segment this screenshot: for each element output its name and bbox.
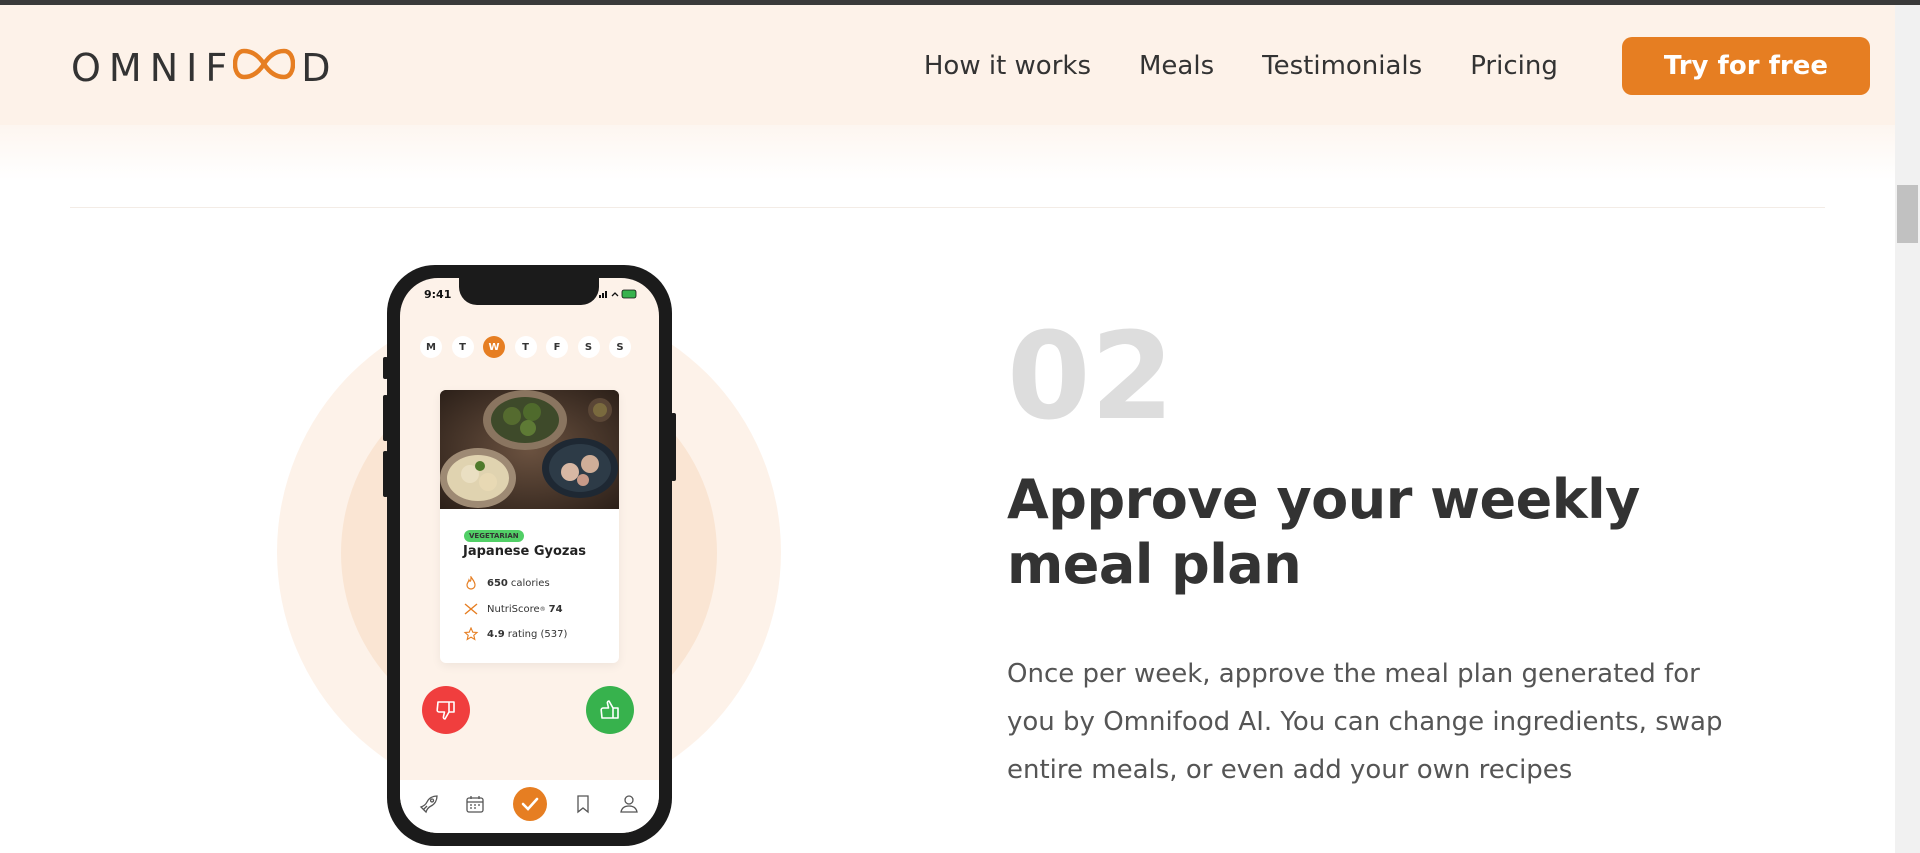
utensils-icon bbox=[464, 603, 478, 615]
step-description: Once per week, approve the meal plan gen… bbox=[1007, 659, 1723, 786]
check-tab-button[interactable] bbox=[513, 787, 547, 821]
day-mon[interactable]: M bbox=[420, 336, 442, 358]
rocket-icon[interactable] bbox=[418, 793, 440, 815]
nav-testimonials[interactable]: Testimonials bbox=[1262, 51, 1422, 81]
user-icon[interactable] bbox=[618, 793, 640, 815]
phone-tab-bar bbox=[400, 780, 659, 833]
infinity-logo-icon bbox=[232, 46, 296, 90]
day-sat[interactable]: S bbox=[577, 336, 600, 358]
rating-label: rating (537) bbox=[507, 628, 568, 640]
page-scrollbar[interactable] bbox=[1895, 5, 1920, 853]
phone-power-button bbox=[671, 413, 676, 481]
thumbs-down-icon bbox=[436, 701, 455, 720]
omnifood-logo[interactable]: OMNIF D bbox=[71, 42, 338, 94]
meal-rating: 4.9 rating (537) bbox=[463, 627, 567, 641]
star-icon bbox=[463, 627, 479, 641]
day-wed[interactable]: W bbox=[483, 336, 505, 358]
calories-value: 650 bbox=[487, 577, 508, 589]
main-nav: How it works Meals Testimonials Pricing … bbox=[924, 35, 1870, 97]
logo-text-right: D bbox=[301, 46, 339, 90]
phone-mute-switch bbox=[383, 357, 388, 379]
phone-mockup: 9:41 M T W T F S S VEGETARIAN Japanese G… bbox=[383, 265, 676, 846]
header-shadow bbox=[0, 125, 1895, 180]
calendar-icon[interactable] bbox=[464, 793, 486, 815]
nutriscore-value: 74 bbox=[548, 603, 563, 615]
meal-title: Japanese Gyozas bbox=[463, 544, 586, 559]
rating-value: 4.9 bbox=[487, 628, 505, 640]
logo-text-left: OMNIF bbox=[71, 46, 236, 90]
nutriscore-label: NutriScore bbox=[487, 603, 540, 615]
bookmark-icon[interactable] bbox=[572, 793, 594, 815]
step-number: 02 bbox=[1007, 308, 1174, 447]
section-divider bbox=[70, 207, 1825, 208]
nutriscore-registered: ® bbox=[539, 605, 546, 613]
meal-card[interactable]: VEGETARIAN Japanese Gyozas 650 calories … bbox=[440, 390, 619, 663]
day-thu[interactable]: T bbox=[514, 336, 537, 358]
dislike-button[interactable] bbox=[422, 686, 470, 734]
vegetarian-tag: VEGETARIAN bbox=[464, 530, 524, 542]
phone-screen: 9:41 M T W T F S S VEGETARIAN Japanese G… bbox=[400, 278, 659, 833]
day-sun[interactable]: S bbox=[609, 336, 631, 358]
nav-how-it-works[interactable]: How it works bbox=[924, 51, 1091, 81]
thumbs-up-icon bbox=[600, 700, 619, 719]
nav-meals[interactable]: Meals bbox=[1139, 51, 1214, 81]
site-header: OMNIF D How it works Meals Testimonials … bbox=[0, 5, 1895, 125]
weekday-selector: M T W T F S S bbox=[420, 336, 641, 358]
phone-volume-up bbox=[383, 395, 388, 441]
phone-notch bbox=[459, 278, 599, 305]
day-tue[interactable]: T bbox=[451, 336, 474, 358]
like-button[interactable] bbox=[586, 686, 634, 734]
step-title: Approve your weekly meal plan bbox=[1007, 468, 1640, 596]
meal-calories: 650 calories bbox=[463, 576, 550, 590]
scrollbar-thumb[interactable] bbox=[1897, 185, 1918, 243]
meal-photo bbox=[440, 390, 619, 509]
day-fri[interactable]: F bbox=[546, 336, 568, 358]
phone-volume-down bbox=[383, 451, 388, 497]
status-icons bbox=[599, 289, 637, 299]
status-time: 9:41 bbox=[424, 288, 452, 301]
nav-pricing[interactable]: Pricing bbox=[1470, 51, 1558, 81]
check-icon bbox=[521, 797, 539, 811]
calories-label: calories bbox=[510, 577, 550, 589]
flame-icon bbox=[466, 576, 476, 590]
meal-nutriscore: NutriScore ® 74 bbox=[463, 602, 566, 616]
try-for-free-button[interactable]: Try for free bbox=[1621, 37, 1870, 95]
